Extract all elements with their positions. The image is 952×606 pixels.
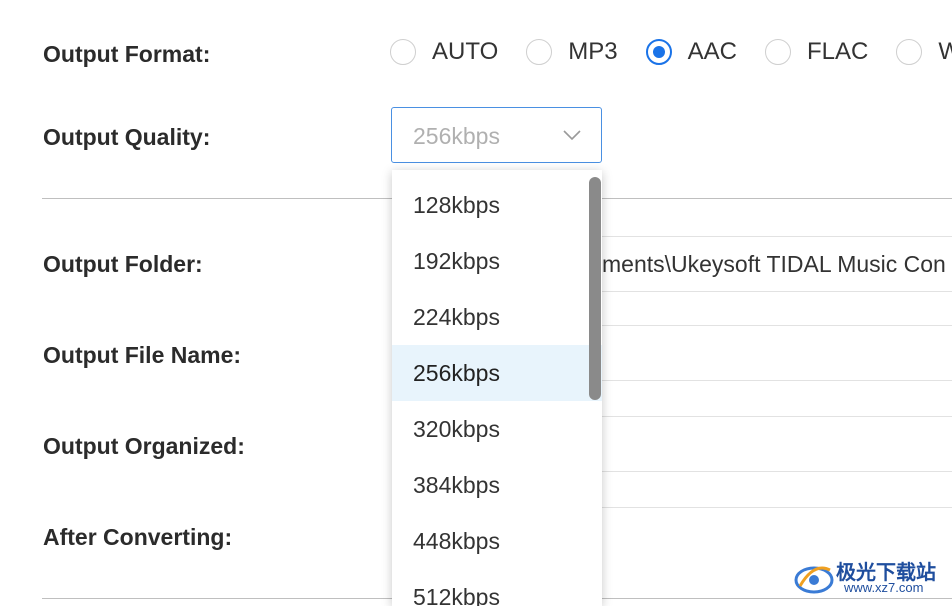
radio-circle[interactable] xyxy=(645,39,672,65)
radio-flac[interactable]: FLAC xyxy=(764,38,869,66)
radio-aac[interactable]: AAC xyxy=(645,38,737,66)
output-format-radio-group: AUTO MP3 AAC FLAC WA xyxy=(390,38,952,66)
select-value: 256kbps xyxy=(413,123,500,149)
radio-circle[interactable] xyxy=(390,39,416,65)
output-folder-label: Output Folder: xyxy=(43,251,203,277)
radio-circle[interactable] xyxy=(764,39,791,65)
quality-option-512[interactable]: 512kbps xyxy=(392,569,602,606)
after-converting-field-top xyxy=(600,507,952,508)
dropdown-scrollbar-thumb[interactable] xyxy=(589,177,601,400)
quality-option-128[interactable]: 128kbps xyxy=(392,177,602,233)
watermark-logo: 极光下载站 www.xz7.com xyxy=(792,554,952,604)
after-converting-label: After Converting: xyxy=(43,524,233,550)
radio-circle[interactable] xyxy=(896,39,923,65)
radio-label: FLAC xyxy=(806,38,869,65)
output-format-label: Output Format: xyxy=(43,41,211,67)
radio-label: AUTO xyxy=(432,38,499,65)
file-name-field-bottom xyxy=(600,380,952,381)
radio-mp3[interactable]: MP3 xyxy=(526,38,618,66)
radio-label: WA xyxy=(938,38,952,65)
file-name-field-top xyxy=(600,325,952,326)
quality-option-192[interactable]: 192kbps xyxy=(392,233,602,289)
radio-wav[interactable]: WA xyxy=(896,38,952,66)
chevron-down-icon xyxy=(563,130,581,141)
output-folder-field[interactable]: ments\Ukeysoft TIDAL Music Con xyxy=(600,236,952,292)
watermark-url: www.xz7.com xyxy=(844,580,924,595)
quality-option-320[interactable]: 320kbps xyxy=(392,401,602,457)
output-quality-select[interactable]: 256kbps xyxy=(391,107,602,163)
output-organized-label: Output Organized: xyxy=(43,433,245,459)
quality-option-224[interactable]: 224kbps xyxy=(392,289,602,345)
quality-option-256[interactable]: 256kbps xyxy=(392,345,602,401)
quality-option-448[interactable]: 448kbps xyxy=(392,513,602,569)
radio-auto[interactable]: AUTO xyxy=(390,38,498,66)
output-file-name-label: Output File Name: xyxy=(43,342,242,368)
output-folder-value: ments\Ukeysoft TIDAL Music Con xyxy=(602,251,946,277)
radio-label: AAC xyxy=(687,38,737,65)
quality-option-384[interactable]: 384kbps xyxy=(392,457,602,513)
organized-field-top xyxy=(600,416,952,417)
radio-circle[interactable] xyxy=(526,39,553,65)
output-quality-label: Output Quality: xyxy=(43,124,211,150)
aurora-logo-icon xyxy=(794,566,834,594)
radio-label: MP3 xyxy=(568,38,618,65)
organized-field-bottom xyxy=(600,471,952,472)
quality-dropdown-menu: 128kbps 192kbps 224kbps 256kbps 320kbps … xyxy=(392,170,602,606)
